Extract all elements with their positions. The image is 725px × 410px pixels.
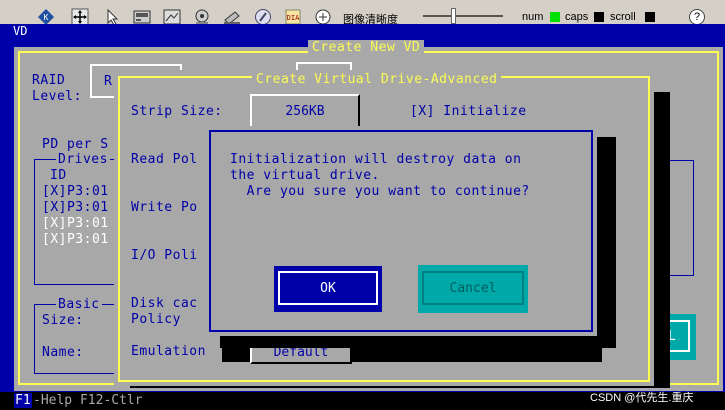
raid-level-label: RAID Level:: [32, 73, 82, 104]
drives-group-label: Drives: [56, 152, 110, 167]
drive-row[interactable]: [X]P3:01: [42, 184, 109, 199]
vd-tab[interactable]: VD: [10, 24, 31, 38]
pd-per-span-label: PD per S: [42, 137, 109, 152]
dialog-message-line: Initialization will destroy data on: [230, 152, 522, 167]
initialize-checkbox[interactable]: [X] Initialize: [410, 104, 527, 119]
ok-button-label: OK: [278, 271, 378, 305]
drive-row[interactable]: [X]P3:01: [42, 232, 109, 247]
watermark: CSDN @代先生.重庆: [590, 392, 694, 404]
caps-lock-indicator: [594, 12, 604, 22]
ok-button[interactable]: OK: [274, 266, 382, 312]
create-new-vd-title: Create New VD: [308, 40, 425, 55]
raid-level-value: R: [104, 73, 112, 89]
right-group-box: [670, 160, 694, 276]
svg-text:K: K: [44, 13, 49, 22]
write-policy-label: Write Po: [131, 200, 198, 215]
num-lock-indicator: [550, 12, 560, 22]
dialog-message-line: the virtual drive.: [230, 168, 380, 183]
caps-lock-label: caps: [565, 11, 589, 23]
help-icon[interactable]: ?: [689, 9, 705, 25]
emulation-label: Emulation: [131, 344, 206, 359]
drive-row[interactable]: [X]P3:01: [42, 216, 109, 231]
num-lock-label: num: [522, 11, 544, 23]
size-label: Size:: [42, 313, 84, 328]
svg-text:DIA: DIA: [287, 14, 300, 22]
disk-cache-label: Disk cac: [131, 296, 198, 311]
io-policy-label: I/O Poli: [131, 248, 198, 263]
f1-key: F1: [14, 393, 32, 408]
read-policy-label: Read Pol: [131, 152, 198, 167]
cancel-button-label: Cancel: [422, 271, 524, 305]
quality-slider-thumb[interactable]: [451, 8, 456, 24]
strip-size-value: 256KB: [285, 103, 325, 119]
help-hint: -Help F12-Ctlr: [33, 393, 143, 408]
name-label: Name:: [42, 345, 84, 360]
strip-size-label: Strip Size:: [131, 104, 223, 119]
scroll-lock-label: scroll: [610, 11, 636, 23]
quality-slider[interactable]: [423, 15, 503, 17]
disk-cache-policy-label: Policy: [131, 312, 181, 327]
scroll-lock-indicator: [645, 12, 655, 22]
drive-row[interactable]: [X]P3:01: [42, 200, 109, 215]
cancel-button[interactable]: Cancel: [418, 265, 528, 313]
basic-group-label: Basic: [56, 297, 102, 312]
drives-id-header: ID: [50, 168, 67, 183]
advanced-title: Create Virtual Drive-Advanced: [252, 72, 502, 87]
strip-size-field[interactable]: 256KB: [250, 94, 360, 128]
dialog-message-line: Are you sure you want to continue?: [230, 184, 530, 199]
